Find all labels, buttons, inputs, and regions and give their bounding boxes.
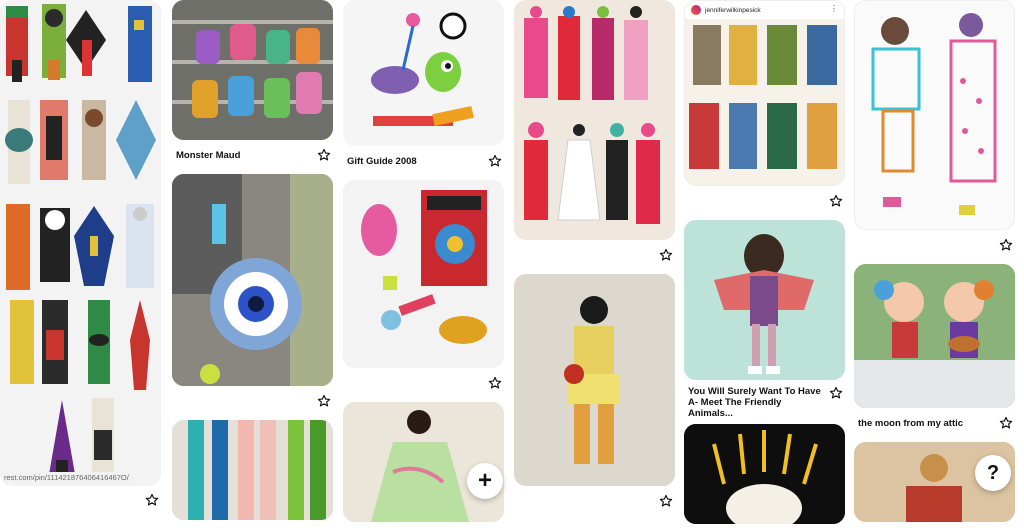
pin-card-checkered-outfit[interactable]	[514, 274, 675, 512]
pin-card-totems[interactable]: rest.com/pin/111421876406416467O/	[0, 0, 161, 506]
bird-doll-image	[684, 220, 845, 380]
pin-image[interactable]	[172, 174, 333, 386]
star-outline-icon[interactable]	[999, 238, 1013, 252]
pin-image[interactable]	[343, 0, 504, 146]
pin-card-painted-dress[interactable]	[343, 402, 504, 522]
pin-card-eye-bag[interactable]	[172, 174, 333, 412]
help-button[interactable]: ?	[975, 455, 1011, 491]
pin-image[interactable]	[343, 402, 504, 522]
pin-card-gift-guide[interactable]: Gift Guide 2008	[343, 0, 504, 172]
instagram-username: jenniferwilkinpesick	[705, 6, 761, 14]
star-outline-icon[interactable]	[829, 386, 843, 400]
pin-image[interactable]: rest.com/pin/111421876406416467O/	[0, 0, 161, 486]
totem-figures-image	[5, 4, 156, 482]
collage-drawing-image	[855, 1, 1014, 229]
star-outline-icon[interactable]	[317, 394, 331, 408]
spiky-hair-drawing-image	[684, 424, 845, 524]
checkered-outfit-image	[514, 274, 675, 486]
toy-sculpture-image	[343, 0, 504, 146]
pin-image[interactable]	[343, 180, 504, 368]
pin-image[interactable]: jenniferwilkinpesick ⋮	[684, 0, 845, 186]
eyeball-bag-image	[172, 174, 333, 386]
star-outline-icon[interactable]	[488, 376, 502, 390]
pin-image[interactable]	[514, 274, 675, 486]
pin-image[interactable]	[514, 0, 675, 240]
pin-card-moon-attic[interactable]: the moon from my attic	[854, 264, 1015, 434]
avatar	[691, 5, 701, 15]
pin-title[interactable]: Monster Maud	[176, 150, 240, 161]
star-outline-icon[interactable]	[659, 248, 673, 262]
pin-title[interactable]: You Will Surely Want To Have A- Meet The…	[688, 386, 824, 419]
add-button[interactable]: +	[467, 463, 503, 499]
masonry-column-3: Gift Guide 2008	[343, 0, 504, 530]
pin-card-legs[interactable]	[172, 420, 333, 520]
pin-image[interactable]	[172, 420, 333, 520]
masonry-column-4	[514, 0, 675, 520]
masonry-column-2: Monster Maud	[172, 0, 333, 528]
fashion-collage-image	[514, 0, 675, 240]
plush-monsters-image	[172, 0, 333, 140]
star-outline-icon[interactable]	[659, 494, 673, 508]
masonry-column-5: jenniferwilkinpesick ⋮ You Will Surely W…	[684, 0, 845, 532]
pin-image[interactable]	[172, 0, 333, 140]
painted-legs-image	[172, 420, 333, 520]
pin-card-monster-maud[interactable]: Monster Maud	[172, 0, 333, 166]
masonry-column-6: the moon from my attic	[854, 0, 1015, 530]
star-outline-icon[interactable]	[488, 154, 502, 168]
pin-image[interactable]	[854, 0, 1015, 230]
instagram-header: jenniferwilkinpesick ⋮	[685, 1, 844, 19]
pin-image[interactable]	[684, 220, 845, 380]
pin-card-fashion-grid[interactable]	[514, 0, 675, 266]
pin-card-yellow-hair[interactable]	[684, 424, 845, 524]
bird-figures-image	[685, 19, 844, 185]
star-outline-icon[interactable]	[829, 194, 843, 208]
star-outline-icon[interactable]	[317, 148, 331, 162]
more-icon: ⋮	[830, 4, 838, 13]
painted-dress-image	[343, 402, 504, 522]
pin-card-zolo[interactable]	[343, 180, 504, 394]
star-outline-icon[interactable]	[145, 493, 159, 507]
masonry-column-1: rest.com/pin/111421876406416467O/	[0, 0, 161, 506]
pin-card-friendly-animals[interactable]: You Will Surely Want To Have A- Meet The…	[684, 220, 845, 419]
pin-image[interactable]	[854, 264, 1015, 408]
pin-image[interactable]	[684, 424, 845, 524]
pin-card-drawing-people[interactable]	[854, 0, 1015, 256]
status-bar-url: rest.com/pin/111421876406416467O/	[0, 472, 133, 483]
zolo-toy-image	[343, 180, 504, 368]
pin-title[interactable]: the moon from my attic	[858, 418, 963, 429]
plus-icon: +	[477, 467, 492, 494]
plush-dolls-image	[854, 264, 1015, 408]
pin-title[interactable]: Gift Guide 2008	[347, 156, 417, 167]
star-outline-icon[interactable]	[999, 416, 1013, 430]
pin-card-instagram[interactable]: jenniferwilkinpesick ⋮	[684, 0, 845, 212]
question-icon: ?	[986, 461, 1000, 484]
